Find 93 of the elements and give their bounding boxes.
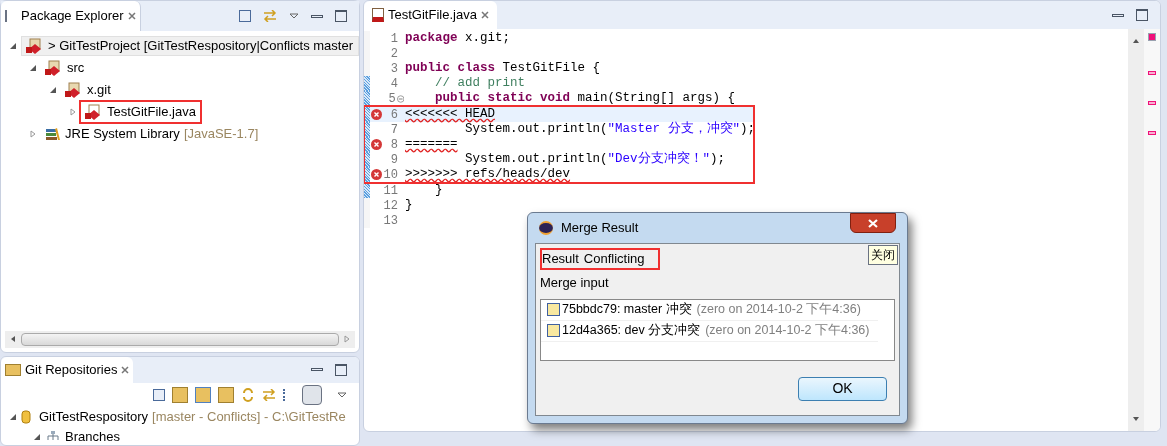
close-icon[interactable]: [121, 365, 130, 374]
code-text: }: [434, 182, 443, 200]
cylinder-icon: [21, 409, 31, 424]
tree-item-label: src: [67, 59, 85, 78]
line-number: 12: [382, 197, 398, 215]
conflict-file-icon: [85, 104, 103, 120]
tree-item[interactable]: TestGitFile.java: [81, 102, 200, 122]
error-indicator-icon: [1148, 33, 1156, 41]
minimize-icon[interactable]: [1112, 13, 1124, 17]
scroll-left-icon[interactable]: [9, 335, 17, 344]
tree-item-decoration: [JavaSE-1.7]: [183, 125, 259, 144]
expanded-arrow-icon[interactable]: [49, 86, 57, 94]
conflict-file-icon: [45, 60, 63, 76]
expanded-arrow-icon[interactable]: [33, 432, 41, 441]
horizontal-scrollbar[interactable]: [5, 330, 355, 348]
tree-item[interactable]: src: [41, 58, 89, 78]
line-number: 1: [389, 30, 398, 48]
tab-title: Package Explorer: [21, 7, 124, 26]
code-text: <<<<<<< HEAD: [404, 106, 495, 123]
close-button[interactable]: [850, 213, 896, 233]
tree-item-label[interactable]: GitTestRespository: [39, 407, 149, 427]
commit-detail: (zero on 2014-10-2 下午4:36): [705, 322, 870, 340]
line-number: 13: [382, 212, 398, 230]
eclipse-icon: [539, 221, 553, 235]
scroll-down-icon[interactable]: [1132, 415, 1140, 423]
result-value: Conflicting: [583, 250, 645, 269]
expanded-arrow-icon[interactable]: [29, 64, 37, 72]
view-tab[interactable]: Git Repositories: [1, 356, 134, 383]
list-row[interactable]: 75bbdc79: master 冲突 (zero on 2014-10-2 下午4:36): [541, 299, 878, 321]
line-number: 6: [389, 106, 398, 124]
conflict-file-icon: [65, 82, 83, 98]
code-text: =======: [404, 136, 458, 154]
line-number: 4: [389, 75, 398, 93]
minimize-icon[interactable]: [311, 368, 323, 372]
tree-item-decoration: [master - Conflicts] - C:\GitTestRe: [152, 408, 346, 427]
close-icon[interactable]: [127, 12, 136, 20]
code-text: }: [404, 197, 413, 215]
git-folder-icon: [5, 363, 21, 376]
view-menu-icon[interactable]: [289, 13, 299, 19]
code-text: System.out.println("Dev分支冲突！");: [464, 150, 726, 168]
tree-item-label: TestGitFile.java: [107, 103, 196, 122]
commit-detail: (zero on 2014-10-2 下午4:36): [696, 301, 861, 319]
line-number: 2: [389, 45, 398, 63]
scrollbar-thumb[interactable]: [21, 332, 339, 346]
books-icon: [45, 127, 61, 141]
scroll-up-icon[interactable]: [1132, 37, 1140, 45]
tree-item-label: JRE System Library: [65, 125, 180, 144]
maximize-icon[interactable]: [1136, 9, 1148, 21]
tree-item-label[interactable]: Branches: [65, 427, 120, 445]
ok-button[interactable]: OK: [798, 376, 887, 401]
code-text: public class TestGitFile {: [404, 60, 601, 77]
collapsed-arrow-icon[interactable]: [29, 130, 37, 138]
code-text: public static void main(String[] args) {: [434, 90, 736, 108]
commit-label: 12d4a365: dev 分支冲突: [562, 322, 701, 340]
maximize-icon[interactable]: [335, 363, 347, 376]
minimize-icon[interactable]: [311, 14, 323, 18]
conflict-file-icon: [26, 38, 44, 54]
commit-label: 75bbdc79: master 冲突: [562, 301, 692, 319]
merge-input-label: Merge input: [540, 274, 610, 292]
line-number: 10: [382, 166, 398, 184]
commit-icon: [547, 303, 560, 316]
result-label: Result: [542, 250, 579, 269]
tooltip: 关闭: [868, 245, 898, 265]
code-text: // add print: [434, 75, 526, 92]
close-icon[interactable]: [480, 11, 489, 19]
line-number: 3: [389, 60, 398, 78]
editor-tab[interactable]: TestGitFile.java: [364, 1, 497, 29]
maximize-icon[interactable]: [335, 10, 347, 22]
line-number: 9: [389, 151, 398, 169]
branches-icon: [45, 430, 61, 443]
tree-item-label: x.git: [87, 81, 111, 100]
commit-icon: [547, 324, 560, 337]
tree-item[interactable]: JRE System Library [JavaSE-1.7]: [41, 124, 263, 144]
expanded-arrow-icon[interactable]: [9, 42, 17, 50]
view-tab[interactable]: Package Explorer: [1, 1, 141, 31]
line-number: 7: [389, 121, 398, 139]
close-icon: [868, 218, 878, 228]
line-number: 11: [382, 182, 398, 200]
line-number: 5: [387, 90, 396, 108]
code-text: >>>>>>> refs/heads/dev: [404, 166, 571, 184]
collapsed-arrow-icon[interactable]: [69, 108, 77, 116]
vertical-scrollbar[interactable]: [1128, 29, 1144, 431]
tab-title: TestGitFile.java: [388, 6, 477, 25]
line-number: 8: [389, 136, 398, 154]
expanded-arrow-icon[interactable]: [9, 412, 17, 421]
java-file-icon: [372, 8, 384, 22]
code-text: System.out.println("Master 分支，冲突");: [464, 120, 756, 139]
dialog-title: Merge Result: [561, 219, 639, 238]
list-row[interactable]: 12d4a365: dev 分支冲突 (zero on 2014-10-2 下午4:36): [541, 320, 878, 342]
code-text: package x.git;: [404, 30, 511, 48]
tree-item[interactable]: x.git: [61, 80, 115, 100]
view-menu-icon[interactable]: [337, 391, 347, 398]
tab-title: Git Repositories: [25, 361, 118, 380]
